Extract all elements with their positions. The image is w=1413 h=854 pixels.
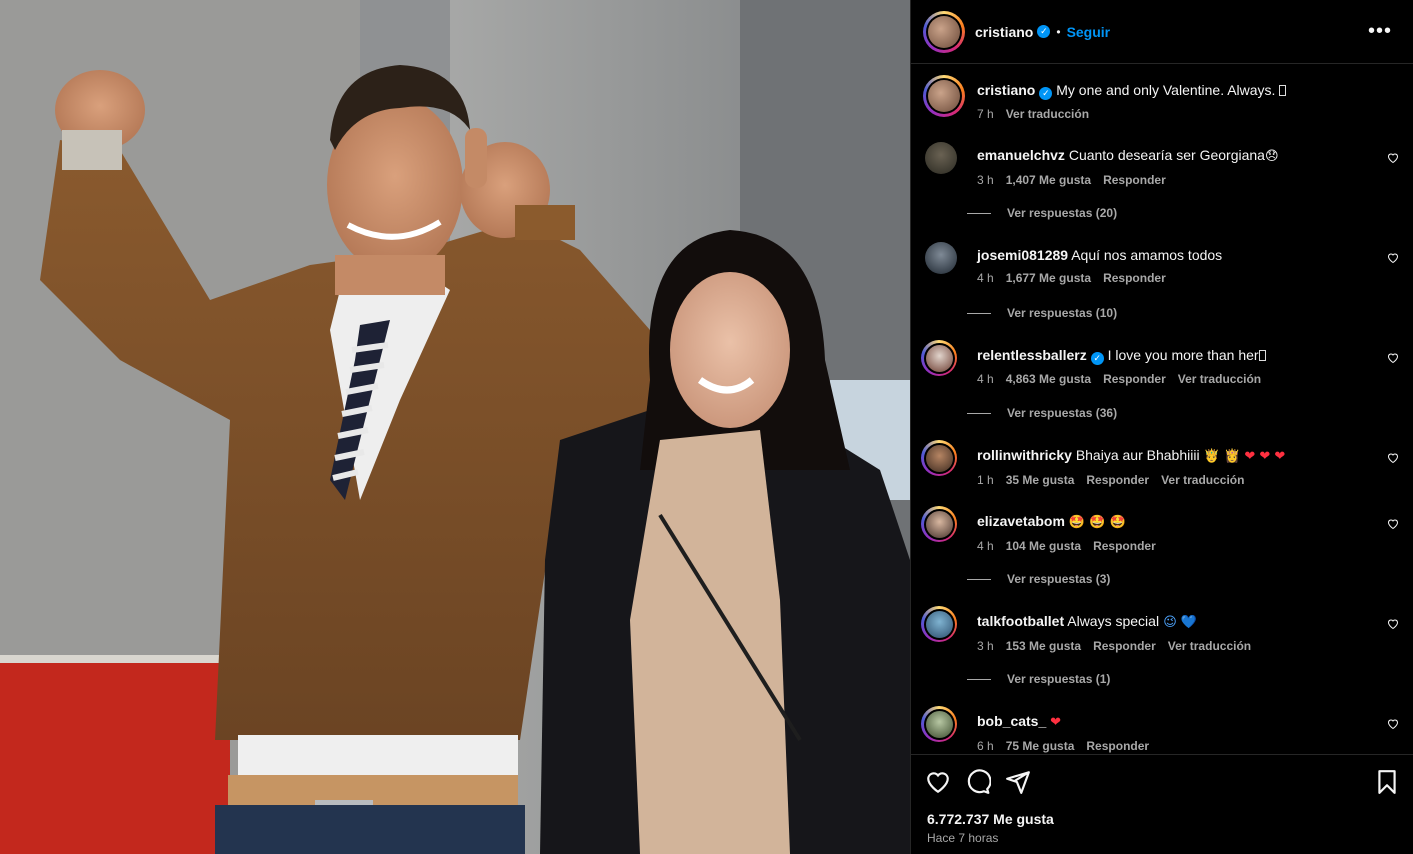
comment-emoji: 😞 bbox=[1264, 149, 1279, 164]
commenter-avatar[interactable] bbox=[921, 506, 957, 542]
heart-icon[interactable] bbox=[1387, 252, 1399, 264]
comment-likes[interactable]: 4,863 Me gusta bbox=[1006, 372, 1091, 386]
commenter-username[interactable]: talkfootballet bbox=[977, 613, 1064, 629]
post-photo-illustration bbox=[0, 0, 910, 854]
comment-likes[interactable]: 1,677 Me gusta bbox=[1006, 271, 1091, 285]
comment-text: Aquí nos amamos todos bbox=[1071, 247, 1223, 263]
author-username[interactable]: cristiano bbox=[975, 24, 1033, 40]
see-translation-link[interactable]: Ver traducción bbox=[1161, 473, 1244, 487]
verified-badge-icon: ✓ bbox=[1090, 351, 1104, 365]
verified-badge-icon: ✓ bbox=[1037, 25, 1051, 38]
view-replies-button[interactable]: Ver respuestas (10) bbox=[967, 306, 1117, 320]
caption-meta: 7 h Ver traducción bbox=[977, 107, 1357, 121]
view-replies-label: Ver respuestas (10) bbox=[1007, 306, 1118, 320]
reply-button[interactable]: Responder bbox=[1086, 739, 1149, 753]
see-translation-link[interactable]: Ver traducción bbox=[1168, 639, 1251, 653]
follow-button[interactable]: Seguir bbox=[1067, 24, 1111, 40]
commenter-username[interactable]: rollinwithricky bbox=[977, 447, 1072, 463]
comment-time: 4 h bbox=[977, 271, 994, 285]
post-photo[interactable] bbox=[0, 0, 910, 854]
comment-emoji: 🤩 🤩 🤩 bbox=[1068, 515, 1126, 530]
comment-time: 4 h bbox=[977, 539, 994, 553]
comment-icon[interactable] bbox=[965, 769, 991, 795]
heart-icon[interactable] bbox=[1387, 452, 1399, 464]
post-header: cristiano ✓ • Seguir ••• bbox=[911, 0, 1413, 64]
post-timestamp: Hace 7 horas bbox=[927, 831, 999, 845]
commenter-username[interactable]: elizavetabom bbox=[977, 513, 1065, 529]
comment-time: 4 h bbox=[977, 371, 994, 386]
comment-likes[interactable]: 104 Me gusta bbox=[1006, 539, 1081, 553]
heart-icon[interactable] bbox=[925, 769, 951, 795]
comment-time: 6 h bbox=[977, 739, 994, 753]
reply-button[interactable]: Responder bbox=[1093, 539, 1156, 553]
view-replies-button[interactable]: Ver respuestas (20) bbox=[967, 206, 1117, 220]
view-replies-label: Ver respuestas (36) bbox=[1007, 406, 1118, 420]
comment-text: I love you more than her bbox=[1107, 347, 1259, 363]
view-replies-button[interactable]: Ver respuestas (3) bbox=[967, 572, 1110, 586]
separator-dot: • bbox=[1056, 24, 1061, 39]
commenter-avatar[interactable] bbox=[925, 142, 957, 174]
verified-badge-icon: ✓ bbox=[1039, 86, 1053, 100]
heart-icon[interactable] bbox=[1387, 152, 1399, 164]
caption-body: My one and only Valentine. Always. bbox=[1056, 82, 1280, 98]
comment-likes[interactable]: 35 Me gusta bbox=[1006, 473, 1075, 487]
heart-icon[interactable] bbox=[1387, 618, 1399, 630]
author-avatar[interactable] bbox=[923, 10, 965, 53]
comment-emoji: 🤴 👸 ❤ ❤ ❤ bbox=[1199, 449, 1286, 464]
commenter-username[interactable]: bob_cats_ bbox=[977, 713, 1046, 729]
comment-likes[interactable]: 75 Me gusta bbox=[1006, 739, 1075, 753]
comment-time: 3 h bbox=[977, 639, 994, 653]
see-translation-link[interactable]: Ver traducción bbox=[1006, 107, 1089, 121]
comment-text: Cuanto desearía ser Georgiana bbox=[1068, 147, 1265, 163]
view-replies-label: Ver respuestas (1) bbox=[1007, 672, 1111, 686]
more-options-icon[interactable]: ••• bbox=[1368, 21, 1392, 41]
commenter-avatar[interactable] bbox=[921, 706, 957, 742]
commenter-avatar[interactable] bbox=[921, 340, 957, 376]
view-replies-label: Ver respuestas (3) bbox=[1007, 572, 1111, 586]
share-icon[interactable] bbox=[1005, 769, 1031, 795]
heart-icon[interactable] bbox=[1387, 518, 1399, 530]
comment-text: Always special bbox=[1067, 613, 1160, 629]
reply-button[interactable]: Responder bbox=[1086, 473, 1149, 487]
comments-list[interactable]: cristiano ✓ My one and only Valentine. Al… bbox=[911, 64, 1413, 754]
reply-button[interactable]: Responder bbox=[1093, 639, 1156, 653]
caption-time: 7 h bbox=[977, 106, 994, 121]
reply-button[interactable]: Responder bbox=[1103, 271, 1166, 285]
view-replies-button[interactable]: Ver respuestas (1) bbox=[967, 672, 1110, 686]
comment-time: 3 h bbox=[977, 173, 994, 187]
caption-username[interactable]: cristiano bbox=[977, 82, 1035, 98]
commenter-username[interactable]: emanuelchvz bbox=[977, 147, 1065, 163]
caption-text: cristiano ✓ My one and only Valentine. Al… bbox=[977, 81, 1357, 100]
view-replies-button[interactable]: Ver respuestas (36) bbox=[967, 406, 1117, 420]
glyph-box bbox=[1258, 350, 1266, 361]
commenter-avatar[interactable] bbox=[921, 440, 957, 476]
heart-icon[interactable] bbox=[1387, 352, 1399, 364]
post-side-panel: cristiano ✓ • Seguir ••• cristiano ✓ My o… bbox=[910, 0, 1413, 854]
author-avatar-caption[interactable] bbox=[923, 75, 965, 117]
comment-likes[interactable]: 153 Me gusta bbox=[1006, 639, 1081, 653]
commenter-avatar[interactable] bbox=[925, 242, 957, 274]
comment-emoji: ❤ bbox=[1050, 715, 1062, 730]
see-translation-link[interactable]: Ver traducción bbox=[1178, 372, 1261, 386]
commenter-username[interactable]: josemi081289 bbox=[977, 247, 1068, 263]
bookmark-icon[interactable] bbox=[1374, 769, 1400, 795]
comment-likes[interactable]: 1,407 Me gusta bbox=[1006, 173, 1091, 187]
reply-button[interactable]: Responder bbox=[1103, 372, 1166, 386]
heart-icon[interactable] bbox=[1387, 718, 1399, 730]
comment-text: Bhaiya aur Bhabhiiii bbox=[1075, 447, 1200, 463]
reply-button[interactable]: Responder bbox=[1103, 173, 1166, 187]
commenter-avatar[interactable] bbox=[921, 606, 957, 642]
post-actions: 6.772.737 Me gusta Hace 7 horas bbox=[911, 754, 1413, 854]
view-replies-label: Ver respuestas (20) bbox=[1007, 206, 1118, 220]
comment-emoji: 😉 💙 bbox=[1159, 615, 1198, 630]
commenter-username[interactable]: relentlessballerz bbox=[977, 347, 1087, 363]
like-count[interactable]: 6.772.737 Me gusta bbox=[927, 811, 1054, 827]
glyph-box bbox=[1279, 85, 1287, 96]
comment-time: 1 h bbox=[977, 473, 994, 487]
